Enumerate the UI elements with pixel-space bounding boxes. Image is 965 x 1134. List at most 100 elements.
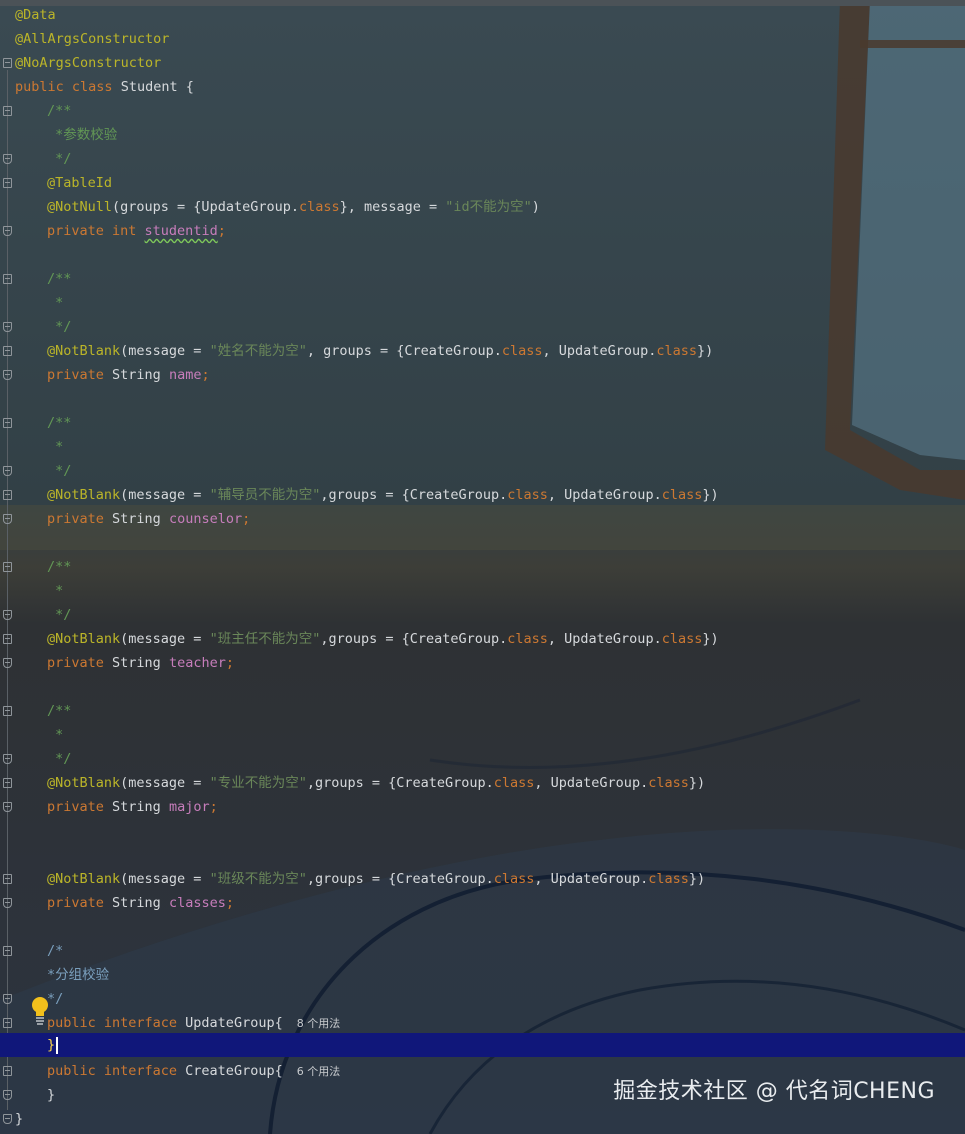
semicolon: ; (225, 895, 234, 911)
lightbulb-icon[interactable] (30, 996, 50, 1026)
code-text: ) (531, 199, 540, 215)
usages-hint[interactable]: 8 个用法 (297, 1017, 341, 1030)
top-border (0, 0, 965, 6)
type-name: String (112, 367, 169, 383)
current-line[interactable]: } (0, 1033, 965, 1057)
code-line[interactable]: /** (0, 699, 965, 723)
annotation: @AllArgsConstructor (15, 31, 170, 47)
keyword: private (47, 895, 113, 911)
code-line[interactable]: private String major; (0, 795, 965, 819)
code-line[interactable]: public class Student { (0, 75, 965, 99)
code-line[interactable]: * (0, 579, 965, 603)
annotation: @NoArgsConstructor (15, 55, 162, 71)
doc-comment: * (47, 727, 64, 743)
code-line[interactable]: */ (0, 603, 965, 627)
code-line[interactable]: } (0, 1107, 965, 1131)
keyword: private (47, 511, 113, 527)
code-line[interactable]: * (0, 435, 965, 459)
code-text: }) (702, 487, 719, 503)
string-literal: "id不能为空" (445, 199, 532, 215)
string-literal: "辅导员不能为空" (209, 487, 321, 503)
code-text: , UpdateGroup. (534, 775, 649, 791)
code-text: }) (696, 343, 714, 359)
code-line[interactable]: @NotBlank(message = "辅导员不能为空",groups = {… (0, 483, 965, 507)
usages-hint[interactable]: 6 个用法 (297, 1065, 341, 1078)
doc-comment: *参数校验 (47, 127, 118, 143)
code-line[interactable]: @AllArgsConstructor (0, 27, 965, 51)
code-line[interactable]: private int studentid; (0, 219, 965, 243)
keyword: class (661, 631, 703, 647)
keyword: public (15, 79, 64, 95)
semicolon: ; (201, 367, 210, 383)
semicolon: ; (209, 799, 218, 815)
string-literal: "专业不能为空" (209, 775, 307, 791)
code-line[interactable]: @NotBlank(message = "专业不能为空",groups = {C… (0, 771, 965, 795)
keyword: class (507, 631, 548, 647)
code-line[interactable]: @NoArgsConstructor (0, 51, 965, 75)
brace: } (15, 1111, 24, 1127)
keyword: public interface (47, 1063, 186, 1079)
code-line[interactable]: *参数校验 (0, 123, 965, 147)
type-name: String (112, 511, 169, 527)
code-line[interactable]: private String teacher; (0, 651, 965, 675)
interface-name: CreateGroup{ (185, 1063, 283, 1079)
code-line[interactable]: @Data (0, 3, 965, 27)
code-line[interactable]: /** (0, 267, 965, 291)
code-line[interactable]: private String name; (0, 363, 965, 387)
code-line[interactable]: private String counselor; (0, 507, 965, 531)
keyword: private (47, 655, 113, 671)
doc-comment: /** (47, 559, 72, 575)
code-line[interactable]: */ (0, 147, 965, 171)
type-name: String (112, 655, 169, 671)
code-line[interactable]: private String classes; (0, 891, 965, 915)
code-line[interactable]: /* (0, 939, 965, 963)
code-line[interactable]: @NotBlank(message = "班主任不能为空",groups = {… (0, 627, 965, 651)
keyword: class (661, 487, 703, 503)
annotation: @NotBlank (47, 487, 121, 503)
code-text: , UpdateGroup. (547, 487, 662, 503)
keyword: private (47, 367, 113, 383)
code-line[interactable]: */ (0, 315, 965, 339)
annotation: @NotBlank (47, 343, 121, 359)
block-comment: *分组校验 (47, 967, 110, 983)
code-text: (message = (120, 871, 210, 887)
code-text: }) (702, 631, 719, 647)
code-line[interactable]: @TableId (0, 171, 965, 195)
doc-comment: /** (47, 415, 72, 431)
code-line[interactable]: @NotNull(groups = {UpdateGroup.class}, m… (0, 195, 965, 219)
doc-comment: */ (47, 151, 72, 167)
code-text: , UpdateGroup. (547, 631, 662, 647)
code-line[interactable]: *分组校验 (0, 963, 965, 987)
keyword: class (648, 775, 689, 791)
code-line[interactable]: * (0, 723, 965, 747)
code-line[interactable]: */ (0, 747, 965, 771)
code-text: ,groups = {CreateGroup. (306, 871, 494, 887)
code-text: , UpdateGroup. (542, 343, 657, 359)
code-line[interactable]: */ (0, 987, 965, 1011)
code-line[interactable]: */ (0, 459, 965, 483)
doc-comment: * (47, 439, 64, 455)
keyword: private (47, 799, 113, 815)
class-name: Student { (120, 79, 194, 95)
code-line[interactable]: /** (0, 99, 965, 123)
code-text: (message = (120, 487, 210, 503)
code-text: (message = (120, 343, 210, 359)
watermark-text: 掘金技术社区 @ 代名词CHENG (613, 1079, 935, 1104)
semicolon: ; (217, 223, 226, 239)
keyword: class (501, 343, 543, 359)
code-line[interactable]: @NotBlank(message = "姓名不能为空", groups = {… (0, 339, 965, 363)
string-literal: "班主任不能为空" (209, 631, 321, 647)
code-line[interactable]: @NotBlank(message = "班级不能为空",groups = {C… (0, 867, 965, 891)
code-editor[interactable]: @Data @AllArgsConstructor @NoArgsConstru… (0, 0, 965, 1134)
code-line[interactable]: /** (0, 555, 965, 579)
annotation: @NotNull (47, 199, 113, 215)
text-caret (56, 1036, 59, 1054)
code-line[interactable]: * (0, 291, 965, 315)
code-text: (message = (120, 775, 210, 791)
keyword: public interface (47, 1015, 186, 1031)
code-line[interactable]: /** (0, 411, 965, 435)
code-text: (groups = {UpdateGroup. (112, 199, 299, 215)
keyword: class (493, 775, 535, 791)
code-line[interactable]: public interface UpdateGroup{8 个用法 (0, 1011, 965, 1035)
brace: } (47, 1087, 56, 1103)
